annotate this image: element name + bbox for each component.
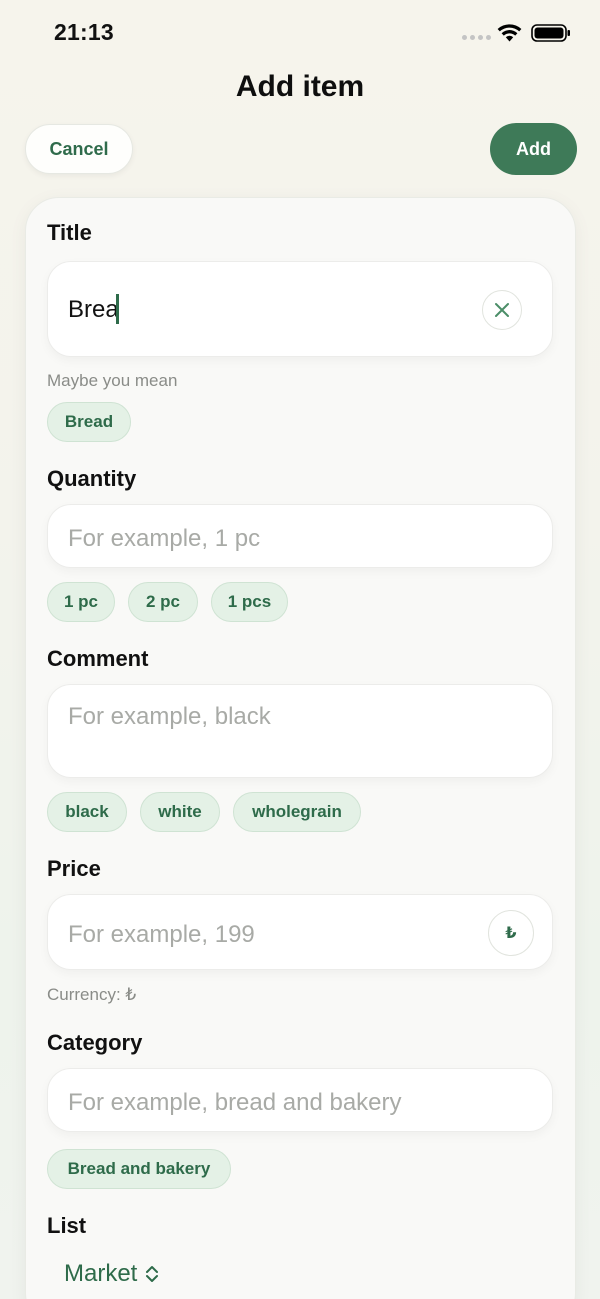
cellular-signal-icon [462,35,491,40]
status-bar: 21:13 [0,0,600,66]
title-suggestion-chip[interactable]: Bread [47,402,131,442]
close-icon [495,303,509,317]
comment-placeholder: For example, black [68,703,271,730]
clear-title-button[interactable] [482,290,522,330]
list-select[interactable]: Market [64,1260,159,1288]
page-title: Add item [235,70,365,103]
quantity-chip[interactable]: 1 pc [47,582,115,622]
price-placeholder: For example, 199 [68,921,255,948]
title-input[interactable]: Brea [47,261,553,357]
quantity-chip[interactable]: 1 pcs [211,582,288,622]
quantity-placeholder: For example, 1 pc [68,525,261,552]
category-input[interactable]: For example, bread and bakery [47,1068,553,1132]
comment-label: Comment [47,646,149,671]
battery-icon [531,24,570,42]
title-input-value: Brea [68,296,119,323]
comment-chip[interactable]: white [140,792,220,832]
suggestion-hint: Maybe you mean [47,371,178,390]
category-chip[interactable]: Bread and bakery [47,1149,231,1189]
price-label: Price [47,856,101,881]
currency-button[interactable]: ₺ [488,910,534,956]
comment-chip[interactable]: black [47,792,127,832]
quantity-chip[interactable]: 2 pc [128,582,198,622]
comment-chip[interactable]: wholegrain [233,792,361,832]
list-label: List [47,1213,87,1238]
category-placeholder: For example, bread and bakery [68,1089,402,1116]
cancel-button[interactable]: Cancel [25,124,133,174]
title-label: Title [47,220,92,245]
category-label: Category [47,1030,143,1055]
chevron-up-down-icon [146,1266,159,1282]
currency-note: Currency: ₺ [47,985,137,1004]
text-caret [116,294,119,324]
quantity-label: Quantity [47,466,137,491]
comment-input[interactable]: For example, black [47,684,553,778]
wifi-icon [497,24,522,42]
list-select-value: Market [64,1260,138,1287]
quantity-input[interactable]: For example, 1 pc [47,504,553,568]
status-time: 21:13 [54,19,114,45]
price-input[interactable]: For example, 199 ₺ [47,894,553,970]
add-button[interactable]: Add [490,123,577,175]
